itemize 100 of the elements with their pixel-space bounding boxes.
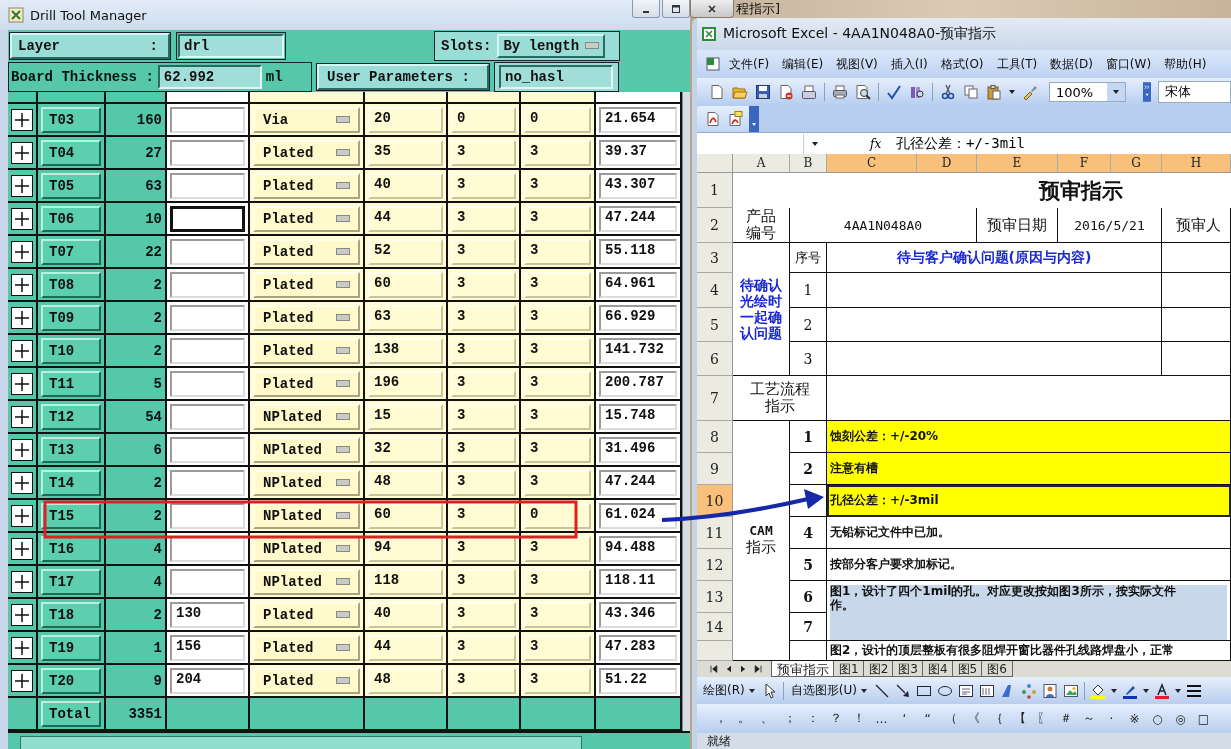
type-dropdown[interactable]: Plated bbox=[253, 205, 360, 232]
input-field[interactable]: 3 bbox=[451, 337, 516, 364]
input-field[interactable]: 141.732 bbox=[599, 337, 677, 364]
row-header[interactable]: 2 bbox=[697, 208, 733, 243]
input-field[interactable]: 31.496 bbox=[599, 436, 677, 463]
input-field[interactable]: 3 bbox=[524, 370, 591, 397]
menu-item[interactable]: 编辑(E) bbox=[777, 53, 829, 75]
input-field[interactable]: 32 bbox=[368, 436, 443, 463]
input-field[interactable]: 3 bbox=[451, 238, 516, 265]
input-field[interactable]: 47.283 bbox=[599, 634, 677, 661]
row-header[interactable]: 11 bbox=[697, 517, 733, 549]
symbol-button[interactable]: ！ bbox=[847, 710, 870, 727]
row-header[interactable]: 5 bbox=[697, 308, 733, 342]
input-field[interactable]: 200.787 bbox=[599, 370, 677, 397]
input-field[interactable]: 3 bbox=[524, 337, 591, 364]
input-field[interactable]: 43.307 bbox=[599, 172, 677, 199]
tool-button[interactable]: T12 bbox=[41, 403, 101, 430]
input-field[interactable]: 3 bbox=[524, 568, 591, 595]
input-field[interactable]: 35 bbox=[368, 139, 443, 166]
input-field[interactable]: 130 bbox=[170, 601, 245, 628]
tool-button[interactable]: T16 bbox=[41, 535, 101, 562]
tool-button[interactable]: T09 bbox=[41, 304, 101, 331]
input-field[interactable]: 3 bbox=[524, 634, 591, 661]
input-field[interactable]: 3 bbox=[451, 568, 516, 595]
menu-item[interactable]: 数据(D) bbox=[1045, 53, 1098, 75]
symbol-button[interactable]: · bbox=[1100, 711, 1123, 726]
type-dropdown[interactable]: Plated bbox=[253, 172, 360, 199]
autoshapes-menu[interactable]: 自选图形(U) bbox=[788, 682, 869, 699]
symbol-button[interactable]: ； bbox=[778, 710, 801, 727]
row-header[interactable]: 3 bbox=[697, 243, 733, 273]
row-header[interactable]: 4 bbox=[697, 273, 733, 308]
slots-dropdown[interactable]: By length bbox=[497, 33, 606, 58]
type-dropdown[interactable]: Plated bbox=[253, 271, 360, 298]
tool-button[interactable]: T03 bbox=[41, 106, 101, 133]
input-field[interactable]: 63 bbox=[368, 304, 443, 331]
symbol-button[interactable]: □ bbox=[1192, 711, 1215, 726]
input-field[interactable]: 55.118 bbox=[599, 238, 677, 265]
font-field[interactable]: 宋体 bbox=[1157, 81, 1231, 103]
row-header[interactable]: 10 bbox=[697, 485, 733, 517]
tool-button[interactable]: T08 bbox=[41, 271, 101, 298]
input-field[interactable]: 3 bbox=[451, 139, 516, 166]
type-dropdown[interactable]: NPlated bbox=[253, 403, 360, 430]
menu-item[interactable]: 文件(F) bbox=[724, 53, 775, 75]
input-field[interactable]: 3 bbox=[451, 370, 516, 397]
symbol-button[interactable]: ‘ bbox=[893, 711, 916, 726]
menu-item[interactable]: 插入(I) bbox=[885, 53, 933, 75]
symbol-button[interactable]: ○ bbox=[1146, 711, 1169, 726]
symbol-button[interactable]: 〖 bbox=[1031, 710, 1054, 727]
input-field[interactable]: 3 bbox=[524, 271, 591, 298]
input-field[interactable]: 3 bbox=[524, 238, 591, 265]
input-field[interactable]: 48 bbox=[368, 667, 443, 694]
symbol-button[interactable]: ｛ bbox=[985, 710, 1008, 727]
type-dropdown[interactable]: NPlated bbox=[253, 436, 360, 463]
input-field[interactable]: 44 bbox=[368, 205, 443, 232]
draw-menu[interactable]: 绘图(R) bbox=[701, 682, 757, 699]
symbol-button[interactable]: … bbox=[870, 711, 893, 726]
zoom-dropdown[interactable]: 100% bbox=[1049, 82, 1126, 102]
input-field[interactable]: 3 bbox=[524, 172, 591, 199]
type-dropdown[interactable]: Plated bbox=[253, 337, 360, 364]
input-field[interactable]: 47.244 bbox=[599, 205, 677, 232]
column-header[interactable]: D bbox=[917, 154, 977, 173]
input-field[interactable]: 3 bbox=[451, 502, 516, 529]
tool-button[interactable]: T06 bbox=[41, 205, 101, 232]
input-field[interactable]: 60 bbox=[368, 502, 443, 529]
input-field[interactable]: 0 bbox=[524, 502, 591, 529]
input-field[interactable]: 3 bbox=[451, 304, 516, 331]
type-dropdown[interactable]: Plated bbox=[253, 634, 360, 661]
thickness-field[interactable]: 62.992 bbox=[157, 64, 262, 89]
type-dropdown[interactable]: NPlated bbox=[253, 502, 360, 529]
row-header[interactable]: 14 bbox=[697, 613, 733, 641]
input-field[interactable]: 15.748 bbox=[599, 403, 677, 430]
input-field[interactable]: 94.488 bbox=[599, 535, 677, 562]
user-parameters-button[interactable]: User Parameters : bbox=[317, 63, 489, 90]
tool-button[interactable]: T18 bbox=[41, 601, 101, 628]
menu-item[interactable]: 工具(T) bbox=[991, 53, 1043, 75]
input-field[interactable]: 204 bbox=[170, 667, 245, 694]
sheet-tab[interactable]: 图1 bbox=[833, 661, 865, 677]
input-field[interactable]: 40 bbox=[368, 601, 443, 628]
tool-button[interactable]: T20 bbox=[41, 667, 101, 694]
input-field[interactable]: 3 bbox=[524, 205, 591, 232]
input-field[interactable]: 40 bbox=[368, 172, 443, 199]
input-field[interactable]: 66.929 bbox=[599, 304, 677, 331]
formula-field[interactable]: 孔径公差：+/-3mil bbox=[890, 134, 1231, 153]
row-header[interactable]: 8 bbox=[697, 421, 733, 453]
tool-button[interactable]: T07 bbox=[41, 238, 101, 265]
layer-field[interactable]: drl bbox=[178, 33, 284, 58]
input-field[interactable]: 3 bbox=[524, 601, 591, 628]
symbol-button[interactable]: ， bbox=[709, 710, 732, 727]
input-field[interactable]: 51.22 bbox=[599, 667, 677, 694]
function-label[interactable]: fx bbox=[870, 136, 890, 151]
parameters-field[interactable]: no_hasl bbox=[499, 64, 613, 89]
type-dropdown[interactable]: Plated bbox=[253, 139, 360, 166]
sheet-tab[interactable]: 预审指示 bbox=[771, 661, 835, 677]
row-header[interactable]: 7 bbox=[697, 376, 733, 421]
input-field[interactable]: 44 bbox=[368, 634, 443, 661]
input-field[interactable]: 39.37 bbox=[599, 139, 677, 166]
input-field[interactable]: 3 bbox=[524, 304, 591, 331]
tool-button[interactable]: T11 bbox=[41, 370, 101, 397]
symbol-button[interactable]: 、 bbox=[755, 710, 778, 727]
type-dropdown[interactable]: Plated bbox=[253, 667, 360, 694]
